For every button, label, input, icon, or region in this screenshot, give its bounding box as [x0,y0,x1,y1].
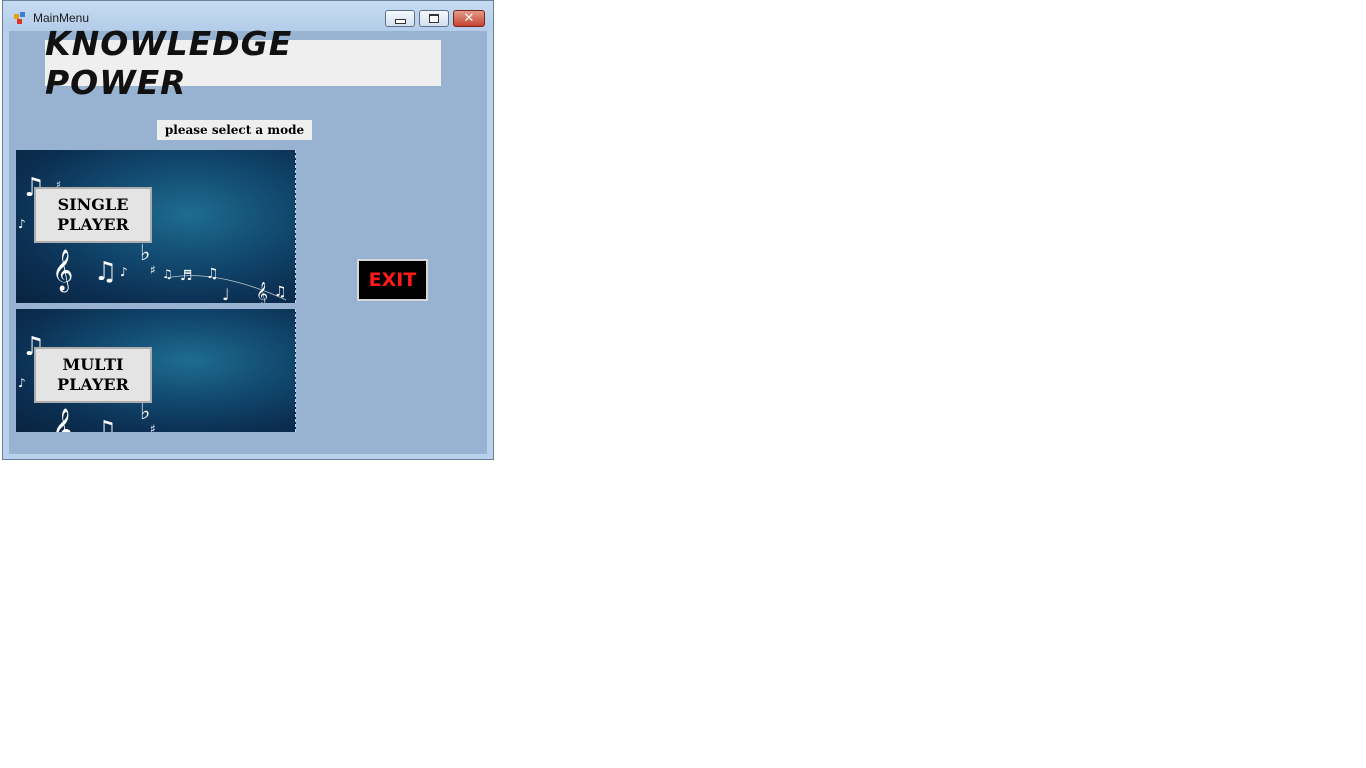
minimize-icon [394,18,406,24]
client-area: KNOWLEDGE POWER please select a mode ♫ 𝄞… [9,24,487,454]
svg-text:♯: ♯ [150,422,156,432]
svg-text:♫: ♫ [94,257,117,287]
multi-player-panel[interactable]: ♫ 𝄞 ♫ ♭ ♯ ♪ MULTI PLAYER [16,309,296,432]
title-banner: KNOWLEDGE POWER [45,24,441,102]
single-player-button[interactable]: SINGLE PLAYER [34,187,152,243]
exit-button[interactable]: EXIT [357,259,428,301]
single-player-line2: PLAYER [57,215,129,234]
window-title: MainMenu [33,11,90,25]
svg-text:𝄞: 𝄞 [52,408,73,432]
single-player-label: SINGLE PLAYER [57,195,129,235]
mode-prompt-label: please select a mode [157,120,312,140]
svg-text:♫: ♫ [206,266,219,282]
maximize-icon [429,14,439,23]
multi-player-line1: MULTI [62,355,124,374]
multi-player-line2: PLAYER [57,375,129,394]
svg-text:♭: ♭ [140,241,150,266]
svg-text:♫: ♫ [94,416,117,432]
svg-text:♪: ♪ [120,265,128,279]
svg-text:𝄞: 𝄞 [52,249,73,292]
single-player-panel[interactable]: ♫ 𝄞 ♫ ♭ ♪ ♯ ♫ ♬ ♫ ♩ 𝄞 ♫ ♪ ♯ [16,150,296,303]
app-icon[interactable] [14,12,26,24]
svg-text:♫: ♫ [162,267,173,281]
multi-player-label: MULTI PLAYER [57,355,129,395]
svg-text:♭: ♭ [140,400,150,425]
close-icon: ✕ [463,11,475,26]
svg-text:♪: ♪ [18,376,26,390]
svg-text:♪: ♪ [18,217,26,231]
single-player-line1: SINGLE [57,195,129,214]
close-button[interactable]: ✕ [453,10,485,27]
svg-text:♩: ♩ [222,285,230,303]
main-menu-window: MainMenu ✕ KNOWLEDGE POWER please select… [2,0,494,460]
multi-player-button[interactable]: MULTI PLAYER [34,347,152,403]
svg-text:♯: ♯ [150,263,156,277]
